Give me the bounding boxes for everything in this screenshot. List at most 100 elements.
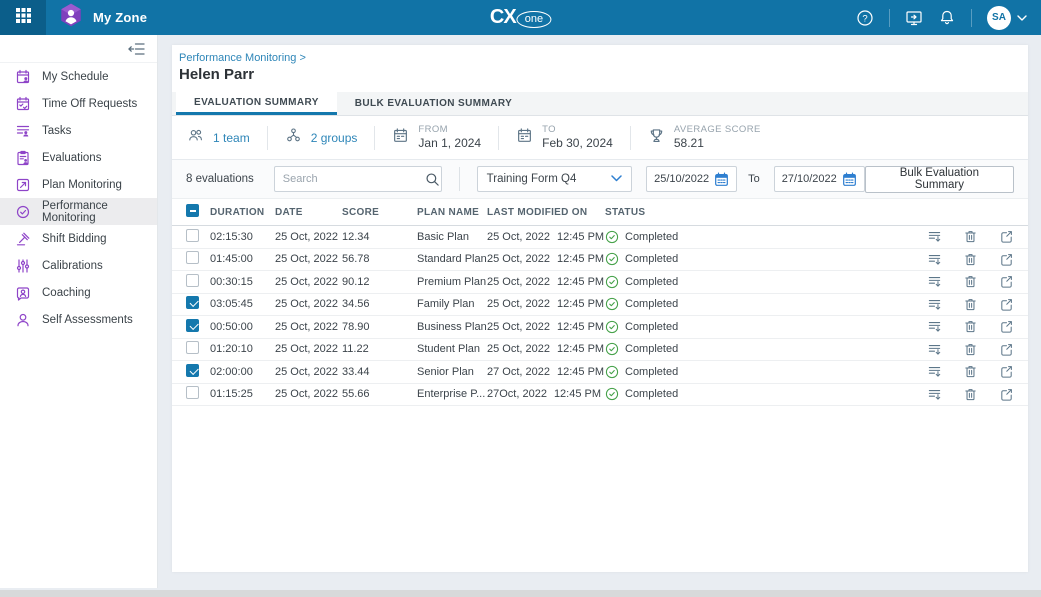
- coaching-icon: [15, 285, 31, 301]
- search-input[interactable]: [283, 173, 425, 185]
- completed-check-icon: [605, 252, 619, 266]
- user-menu[interactable]: SA: [987, 6, 1027, 30]
- sidebar-item-coaching[interactable]: Coaching: [0, 279, 157, 306]
- search-icon[interactable]: [425, 172, 440, 187]
- table-row[interactable]: 01:45:00 25 Oct, 2022 56.78 Standard Pla…: [172, 249, 1028, 272]
- select-all-checkbox[interactable]: [186, 204, 199, 217]
- tab-bulk-evaluation-summary[interactable]: BULK EVALUATION SUMMARY: [337, 92, 530, 115]
- sidebar-item-plan-monitoring[interactable]: Plan Monitoring: [0, 171, 157, 198]
- column-header-score[interactable]: SCORE: [342, 207, 417, 218]
- append-evaluation-icon[interactable]: [927, 364, 942, 379]
- open-external-icon[interactable]: [999, 274, 1014, 289]
- calendar-icon: [392, 127, 409, 149]
- date-from-input[interactable]: [654, 173, 714, 185]
- topbar-divider: [889, 9, 890, 27]
- row-checkbox[interactable]: [186, 386, 199, 399]
- plan-name-cell: Senior Plan: [417, 366, 487, 378]
- tab-evaluation-summary[interactable]: EVALUATION SUMMARY: [176, 92, 337, 115]
- append-evaluation-icon[interactable]: [927, 229, 942, 244]
- append-evaluation-icon[interactable]: [927, 252, 942, 267]
- row-checkbox[interactable]: [186, 274, 199, 287]
- screen-share-icon[interactable]: [905, 9, 923, 27]
- open-external-icon[interactable]: [999, 364, 1014, 379]
- open-external-icon[interactable]: [999, 252, 1014, 267]
- delete-icon[interactable]: [963, 297, 978, 312]
- row-checkbox[interactable]: [186, 296, 199, 309]
- sidebar-item-self-assessments[interactable]: Self Assessments: [0, 306, 157, 333]
- table-row[interactable]: 01:15:25 25 Oct, 2022 55.66 Enterprise P…: [172, 384, 1028, 407]
- delete-icon[interactable]: [963, 229, 978, 244]
- open-external-icon[interactable]: [999, 342, 1014, 357]
- top-bar: My Zone CXone ? SA: [0, 0, 1041, 35]
- column-header-last-modified[interactable]: LAST MODIFIED ON: [487, 207, 605, 218]
- last-modified-cell: 25 Oct, 2022 12:45 PM: [487, 276, 605, 288]
- my-zone-app[interactable]: My Zone: [58, 2, 147, 33]
- delete-icon[interactable]: [963, 387, 978, 402]
- schedule-icon: [15, 69, 31, 85]
- append-evaluation-icon[interactable]: [927, 319, 942, 334]
- sidebar-item-evaluations[interactable]: Evaluations: [0, 144, 157, 171]
- calendar-picker-icon[interactable]: [842, 172, 857, 187]
- delete-icon[interactable]: [963, 364, 978, 379]
- row-checkbox[interactable]: [186, 251, 199, 264]
- plan-name-cell: Premium Plan: [417, 276, 487, 288]
- help-icon[interactable]: ?: [856, 9, 874, 27]
- bulk-evaluation-summary-button[interactable]: Bulk Evaluation Summary: [865, 166, 1014, 193]
- logo-cx-text: CX: [490, 6, 516, 29]
- bottom-scrollbar-track[interactable]: [0, 590, 1041, 597]
- table-row[interactable]: 02:00:00 25 Oct, 2022 33.44 Senior Plan …: [172, 361, 1028, 384]
- row-checkbox[interactable]: [186, 364, 199, 377]
- sidebar-item-label: Self Assessments: [42, 314, 133, 326]
- column-header-date[interactable]: DATE: [275, 207, 342, 218]
- sidebar-item-time-off-requests[interactable]: Time Off Requests: [0, 90, 157, 117]
- calendar-picker-icon[interactable]: [714, 172, 729, 187]
- row-checkbox[interactable]: [186, 319, 199, 332]
- table-row[interactable]: 00:50:00 25 Oct, 2022 78.90 Business Pla…: [172, 316, 1028, 339]
- sidebar-item-label: Shift Bidding: [42, 233, 107, 245]
- sidebar-item-my-schedule[interactable]: My Schedule: [0, 63, 157, 90]
- completed-check-icon: [605, 230, 619, 244]
- column-header-plan-name[interactable]: PLAN NAME: [417, 207, 487, 218]
- row-actions: [909, 297, 1014, 312]
- table-row[interactable]: 02:15:30 25 Oct, 2022 12.34 Basic Plan 2…: [172, 226, 1028, 249]
- app-launcher-button[interactable]: [0, 0, 46, 35]
- form-filter-select[interactable]: Training Form Q4: [477, 166, 632, 192]
- sidebar-item-performance-monitoring[interactable]: Performance Monitoring: [0, 198, 157, 225]
- open-external-icon[interactable]: [999, 229, 1014, 244]
- delete-icon[interactable]: [963, 342, 978, 357]
- groups-link[interactable]: 2 groups: [311, 131, 358, 145]
- duration-cell: 01:15:25: [210, 388, 275, 400]
- append-evaluation-icon[interactable]: [927, 342, 942, 357]
- sidebar-item-shift-bidding[interactable]: Shift Bidding: [0, 225, 157, 252]
- groups-filter[interactable]: 2 groups: [285, 127, 358, 148]
- form-filter-value: Training Form Q4: [487, 173, 577, 185]
- duration-cell: 01:45:00: [210, 253, 275, 265]
- append-evaluation-icon[interactable]: [927, 387, 942, 402]
- open-external-icon[interactable]: [999, 297, 1014, 312]
- sidebar-item-label: Tasks: [42, 125, 71, 137]
- row-checkbox[interactable]: [186, 341, 199, 354]
- column-header-status[interactable]: STATUS: [605, 207, 909, 218]
- delete-icon[interactable]: [963, 252, 978, 267]
- team-link[interactable]: 1 team: [213, 131, 250, 145]
- table-row[interactable]: 03:05:45 25 Oct, 2022 34.56 Family Plan …: [172, 294, 1028, 317]
- sidebar-item-tasks[interactable]: Tasks: [0, 117, 157, 144]
- open-external-icon[interactable]: [999, 387, 1014, 402]
- row-checkbox[interactable]: [186, 229, 199, 242]
- trophy-icon: [648, 127, 665, 149]
- delete-icon[interactable]: [963, 319, 978, 334]
- append-evaluation-icon[interactable]: [927, 297, 942, 312]
- evaluations-count: 8 evaluations: [186, 173, 254, 185]
- breadcrumb[interactable]: Performance Monitoring >: [179, 52, 1028, 64]
- column-header-duration[interactable]: DURATION: [210, 207, 275, 218]
- sidebar-item-calibrations[interactable]: Calibrations: [0, 252, 157, 279]
- team-filter[interactable]: 1 team: [187, 127, 250, 148]
- notifications-bell-icon[interactable]: [938, 9, 956, 27]
- append-evaluation-icon[interactable]: [927, 274, 942, 289]
- delete-icon[interactable]: [963, 274, 978, 289]
- table-row[interactable]: 00:30:15 25 Oct, 2022 90.12 Premium Plan…: [172, 271, 1028, 294]
- date-to-input[interactable]: [782, 173, 842, 185]
- collapse-sidebar-icon[interactable]: [128, 42, 145, 56]
- table-row[interactable]: 01:20:10 25 Oct, 2022 11.22 Student Plan…: [172, 339, 1028, 362]
- open-external-icon[interactable]: [999, 319, 1014, 334]
